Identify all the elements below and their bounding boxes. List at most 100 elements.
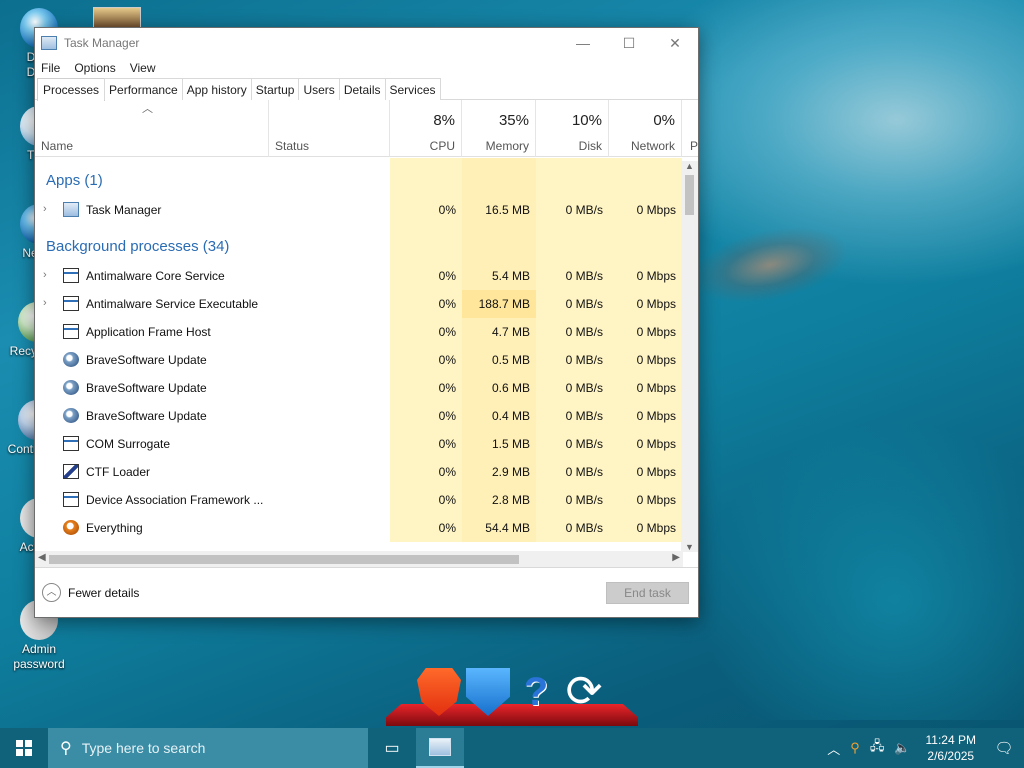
menu-view[interactable]: View xyxy=(130,61,156,75)
heat-cell xyxy=(462,158,536,196)
taskbar-search-box[interactable]: ⚲ Type here to search xyxy=(48,728,368,768)
network-cell: 0 Mbps xyxy=(609,374,682,402)
volume-icon[interactable]: 🔈 xyxy=(894,740,910,756)
expand-chevron-icon[interactable]: › xyxy=(43,203,47,215)
column-network[interactable]: 0% Network xyxy=(609,100,682,157)
help-icon[interactable]: ? xyxy=(514,668,558,716)
brave-update-icon xyxy=(63,380,79,395)
expand-chevron-icon[interactable]: › xyxy=(43,269,47,281)
process-row[interactable]: 0% 1.5 MB 0 MB/s 0 Mbps COM Surrogate xyxy=(35,430,683,458)
process-row[interactable]: 0% 0.5 MB 0 MB/s 0 Mbps BraveSoftware Update xyxy=(35,346,683,374)
title-bar[interactable]: Task Manager — ☐ ✕ xyxy=(35,28,698,58)
disk-cell: 0 MB/s xyxy=(536,514,609,542)
process-row[interactable]: 0% 2.9 MB 0 MB/s 0 Mbps CTF Loader xyxy=(35,458,683,486)
process-name: Task Manager xyxy=(86,203,162,217)
horizontal-scroll-thumb[interactable] xyxy=(49,555,519,564)
brave-update-icon xyxy=(63,408,79,423)
network-cell: 0 Mbps xyxy=(609,402,682,430)
expand-chevron-icon[interactable]: › xyxy=(43,297,47,309)
process-name: BraveSoftware Update xyxy=(86,409,207,423)
window-icon xyxy=(63,268,79,283)
ctf-loader-icon xyxy=(63,464,79,479)
sort-ascending-icon: ︿ xyxy=(142,103,153,115)
column-power[interactable]: P xyxy=(682,100,698,157)
tab-processes[interactable]: Processes xyxy=(37,78,106,101)
everything-tray-icon[interactable]: ⚲ xyxy=(850,740,860,756)
menu-options[interactable]: Options xyxy=(74,61,115,75)
column-disk[interactable]: 10% Disk xyxy=(536,100,609,157)
memory-cell: 5.4 MB xyxy=(462,262,536,290)
refresh-icon[interactable]: ⟳ xyxy=(562,668,606,716)
process-row[interactable]: 0% 5.4 MB 0 MB/s 0 Mbps › Antimalware Core Se… xyxy=(35,262,683,290)
group-header-apps[interactable]: Apps (1) xyxy=(35,158,683,196)
process-row[interactable]: 0% 2.8 MB 0 MB/s 0 Mbps Device Association F… xyxy=(35,486,683,514)
end-task-button[interactable]: End task xyxy=(606,581,689,604)
tab-app-history[interactable]: App history xyxy=(181,78,252,100)
desktop-icon-top[interactable] xyxy=(93,7,141,29)
task-manager-window: Task Manager — ☐ ✕ File Options View Pro… xyxy=(34,27,699,618)
memory-cell: 0.5 MB xyxy=(462,346,536,374)
minimize-button[interactable]: — xyxy=(560,28,606,58)
tab-details[interactable]: Details xyxy=(338,78,386,100)
close-button[interactable]: ✕ xyxy=(652,28,698,58)
process-row[interactable]: 0% 0.6 MB 0 MB/s 0 Mbps BraveSoftware Update xyxy=(35,374,683,402)
search-icon: ⚲ xyxy=(60,740,72,757)
tab-services[interactable]: Services xyxy=(384,78,441,100)
scroll-down-arrow-icon[interactable]: ▼ xyxy=(681,542,698,552)
tab-users[interactable]: Users xyxy=(298,78,340,100)
column-memory[interactable]: 35% Memory xyxy=(462,100,536,157)
task-manager-icon xyxy=(41,36,57,50)
heat-cell xyxy=(609,158,682,196)
group-label: Apps (1) xyxy=(46,172,103,189)
scroll-right-arrow-icon[interactable]: ▶ xyxy=(672,552,680,563)
maximize-button[interactable]: ☐ xyxy=(606,28,652,58)
vertical-scroll-thumb[interactable] xyxy=(685,175,694,215)
disk-cell: 0 MB/s xyxy=(536,458,609,486)
disk-cell: 0 MB/s xyxy=(536,430,609,458)
column-cpu[interactable]: 8% CPU xyxy=(390,100,462,157)
memory-cell: 4.7 MB xyxy=(462,318,536,346)
clock-time: 11:24 PM xyxy=(925,733,976,747)
process-row[interactable]: 0% 4.7 MB 0 MB/s 0 Mbps Application Frame Ho… xyxy=(35,318,683,346)
network-cell: 0 Mbps xyxy=(609,486,682,514)
cpu-cell: 0% xyxy=(390,430,462,458)
column-header-row: ︿ Name Status 8% CPU 35% Memory 10% Disk… xyxy=(35,100,698,157)
heat-cell xyxy=(390,158,462,196)
memory-cell: 1.5 MB xyxy=(462,430,536,458)
scroll-left-arrow-icon[interactable]: ◀ xyxy=(38,552,46,563)
cpu-cell: 0% xyxy=(390,318,462,346)
process-row[interactable]: 0% 16.5 MB 0 MB/s 0 Mbps › Task Manager xyxy=(35,196,683,224)
task-view-button[interactable]: ▭ xyxy=(368,728,416,768)
start-button[interactable] xyxy=(0,728,48,768)
scroll-up-arrow-icon[interactable]: ▲ xyxy=(681,161,698,171)
show-hidden-icons-chevron-icon[interactable]: ︿ xyxy=(827,739,840,758)
cpu-cell: 0% xyxy=(390,196,462,224)
vertical-scrollbar[interactable]: ▲ ▼ xyxy=(681,161,698,552)
column-status[interactable]: Status xyxy=(269,100,390,157)
network-cell: 0 Mbps xyxy=(609,318,682,346)
network-tray-icon[interactable]: 🖧 xyxy=(870,737,885,759)
group-header-background[interactable]: Background processes (34) xyxy=(35,224,683,262)
menu-bar: File Options View xyxy=(35,58,698,78)
window-icon xyxy=(63,296,79,311)
heat-cell xyxy=(609,224,682,262)
tab-startup[interactable]: Startup xyxy=(250,78,300,100)
process-row[interactable]: 0% 188.7 MB 0 MB/s 0 Mbps › Antimalware Servi… xyxy=(35,290,683,318)
network-cell: 0 Mbps xyxy=(609,196,682,224)
menu-file[interactable]: File xyxy=(41,61,60,75)
process-row[interactable]: 0% 54.4 MB 0 MB/s 0 Mbps Everything xyxy=(35,514,683,542)
chevron-up-icon: ︿ xyxy=(42,583,61,602)
process-table: ︿ Name Status 8% CPU 35% Memory 10% Disk… xyxy=(35,100,698,563)
app-dock: ? ⟳ xyxy=(386,668,638,726)
heat-cell xyxy=(536,158,609,196)
process-name: CTF Loader xyxy=(86,465,151,479)
network-cell: 0 Mbps xyxy=(609,430,682,458)
clock[interactable]: 11:24 PM 2/6/2025 xyxy=(926,732,976,764)
column-name[interactable]: ︿ Name xyxy=(35,100,269,157)
taskbar-task-manager-button[interactable] xyxy=(416,728,464,768)
tab-performance[interactable]: Performance xyxy=(104,78,183,100)
process-row[interactable]: 0% 0.4 MB 0 MB/s 0 Mbps BraveSoftware Update xyxy=(35,402,683,430)
horizontal-scrollbar[interactable]: ◀ ▶ xyxy=(35,551,683,568)
fewer-details-button[interactable]: ︿ Fewer details xyxy=(42,583,139,602)
notification-center-icon[interactable]: 🗨 xyxy=(984,739,1024,757)
